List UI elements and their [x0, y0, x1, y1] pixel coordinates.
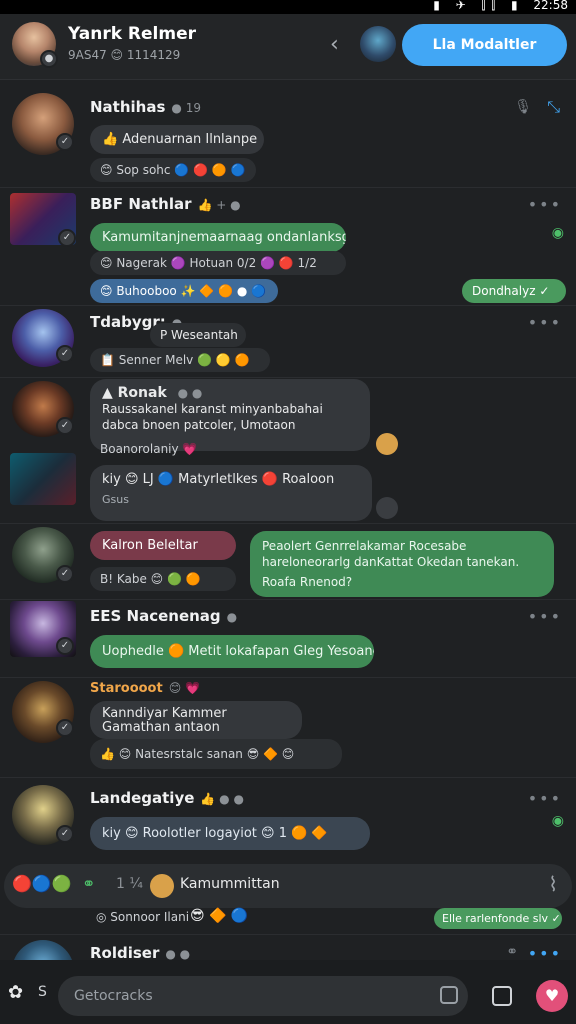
sender-name: Landegatiye [90, 789, 195, 807]
composer-bar[interactable]: 🔴🔵🟢 ⚭ 1 ¼ Kamummittan ⌇ [4, 864, 572, 908]
more-options-icon[interactable]: ••• [528, 607, 562, 626]
reaction-row[interactable]: 📋 Senner Melv 🟢 🟡 🟠 [90, 348, 270, 372]
divider [0, 305, 576, 306]
header-title: Yanrk Relmer [68, 24, 197, 44]
avatar-badge-icon: ● [40, 50, 58, 68]
message-bubble[interactable]: Kalron Beleltar [90, 531, 236, 560]
sender-meta: 😊 💗 [168, 681, 200, 695]
chevron-left-icon[interactable]: ‹ [330, 32, 339, 57]
more-options-icon[interactable]: ••• [528, 195, 562, 214]
link-icon[interactable]: ⚭ [506, 944, 520, 960]
divider [0, 187, 576, 188]
sender-meta: 👍 + ● [197, 198, 241, 212]
message-bubble[interactable]: Kamumitanjnemaarnaag ondanlanksg [90, 223, 346, 252]
tray-bubble[interactable]: Elle rarlenfonde slv ✓ [434, 908, 562, 929]
reaction-row[interactable]: 😊 Sop sohc 🔵 🔴 🟠 🔵 [90, 158, 256, 182]
reaction-row[interactable]: 👍 😊 Natesrstalc sanan 😎 🔶 😊 [90, 739, 342, 769]
tray-emojis: 😎 🔶 🔵 [190, 908, 249, 924]
bubble-text: Peaolert Genrrelakamar Rocesabe harelone… [262, 539, 520, 569]
emoji-icons[interactable]: 🔴🔵🟢 [12, 874, 72, 893]
divider [0, 934, 576, 935]
sent-bubble[interactable]: Peaolert Genrrelakamar Rocesabe harelone… [250, 531, 554, 597]
search-input[interactable]: Getocracks [58, 976, 468, 1016]
divider [0, 523, 576, 524]
message-sender: Staroooot 😊 💗 [90, 681, 200, 696]
message-sender: BBF Nathlar 👍 + ● [90, 195, 241, 213]
divider [0, 377, 576, 378]
heart-fab-icon[interactable]: ♥ [536, 980, 568, 1012]
avatar-badge-icon: ✓ [56, 719, 74, 737]
app-root: ▮ ✈ ⫿⫿ ▮ 22:58 ● Yanrk Relmer 9AS47 😊 11… [0, 0, 576, 1024]
message-bubble[interactable]: Uophedle 🟠 Metit lokafapan Gleg Yesoanel [90, 635, 374, 668]
composer-avatar [150, 874, 174, 898]
avatar-badge-icon: ✓ [56, 133, 74, 151]
emoji-reaction-icon[interactable] [376, 433, 398, 455]
header-subtitle: 9AS47 😊 1114129 [68, 48, 181, 62]
chat-header: ● Yanrk Relmer 9AS47 😊 1114129 ‹ Lla Mod… [0, 14, 576, 80]
link-icon[interactable]: ⚭ [82, 874, 95, 893]
message-feed: ✓ Nathihas ● 19 🎙 ⤡ 👍 Adenuarnan Ilnlanpe… [0, 81, 576, 941]
avatar-badge-icon: ✓ [56, 565, 74, 583]
sender-name: EES Nacenenag [90, 607, 221, 625]
message-avatar[interactable] [10, 453, 76, 505]
sender-meta: ● ● [177, 386, 203, 400]
check-icon: ◉ [551, 225, 564, 241]
bubble-text: Raussakanel karanst minyanbabahai dabca … [102, 402, 323, 432]
tray-left[interactable]: ◎ Sonnoor Ilani [96, 910, 189, 924]
avatar-badge-icon: ✓ [56, 825, 74, 843]
bottom-left-label: S [38, 984, 47, 1000]
mic-icon[interactable]: 🎙 [514, 99, 534, 115]
reply-icon[interactable] [376, 497, 398, 519]
composer-label: Kamummittan [180, 876, 280, 892]
message-bubble[interactable]: kiy 😊 LJ 🔵 Matyrletlkes 🔴 Roaloon Gsus [90, 465, 372, 521]
message-bubble[interactable]: P Weseantah [150, 323, 246, 347]
sender-name: Staroooot [90, 681, 163, 696]
composer-count: 1 ¼ [116, 876, 143, 892]
tray-row: ◎ Sonnoor Ilani 😎 🔶 🔵 Elle rarlenfonde s… [0, 908, 576, 934]
sender-meta: ● 19 [171, 101, 201, 115]
header-secondary-avatar[interactable] [360, 26, 396, 62]
more-options-icon[interactable]: ••• [528, 313, 562, 332]
divider [0, 599, 576, 600]
message-sender: Nathihas ● 19 [90, 98, 201, 116]
sent-bubble[interactable]: Dondhalyz ✓ [462, 279, 566, 303]
status-icons: ▮ ✈ ⫿⫿ ▮ 22:58 [433, 0, 568, 12]
more-options-icon[interactable]: ••• [528, 789, 562, 808]
check-icon: ◉ [551, 813, 564, 829]
message-bubble[interactable]: 👍 Adenuarnan Ilnlanpe [90, 125, 264, 154]
pin-icon[interactable]: ⤡ [547, 97, 562, 117]
reaction-row[interactable]: 😊 Buhooboo ✨ 🔶 🟠 ● 🔵 [90, 279, 278, 303]
paperclip-icon[interactable]: ⌇ [548, 872, 558, 896]
avatar-badge-icon: ✓ [56, 417, 74, 435]
reaction-row[interactable]: B! Kabe 😊 🟢 🟠 [90, 567, 236, 591]
avatar-badge-icon: ✓ [56, 345, 74, 363]
divider [0, 777, 576, 778]
avatar-badge-icon: ✓ [56, 637, 74, 655]
message-sender: Landegatiye 👍 ● ● [90, 789, 244, 807]
sender-meta: ● ● [165, 947, 191, 961]
bubble-text: kiy 😊 LJ 🔵 Matyrletlkes 🔴 Roaloon [102, 472, 335, 487]
sender-meta: ● [226, 610, 238, 624]
sender-meta: 👍 ● ● [200, 792, 244, 806]
message-sender: EES Nacenenag ● [90, 607, 237, 625]
header-action-button[interactable]: Lla Modaltler [402, 24, 567, 66]
sender-name: BBF Nathlar [90, 195, 192, 213]
apps-icon[interactable]: ✿ [8, 982, 23, 1003]
divider [0, 677, 576, 678]
status-bar: ▮ ✈ ⫿⫿ ▮ 22:58 [0, 0, 576, 14]
bubble-subtext: Gsus [102, 493, 129, 506]
attachment-icon[interactable] [440, 986, 458, 1004]
message-bubble[interactable]: kiy 😊 Roolotler logayiot 😊 1 🟠 🔶 [90, 817, 370, 850]
reaction-row[interactable]: 😊 Nagerak 🟣 Hotuan 0/2 🟣 🔴 1/2 [90, 251, 346, 275]
bubble-subtext: Roafa Rnenod? [262, 575, 353, 589]
sender-name: Nathihas [90, 98, 166, 116]
status-time: 22:58 [533, 0, 568, 12]
bottom-bar: ✿ S Getocracks ♥ [0, 960, 576, 1024]
message-bubble[interactable]: Kanndiyar Kammer Gamathan antaon [90, 701, 302, 739]
avatar-badge-icon: ✓ [58, 229, 76, 247]
reaction-row[interactable]: Boanorolaniy 💗 [90, 437, 207, 461]
bubble-sender: ▲ Ronak ● ● [102, 385, 203, 401]
sender-name: Ronak [117, 385, 167, 401]
compose-icon[interactable] [492, 986, 512, 1006]
